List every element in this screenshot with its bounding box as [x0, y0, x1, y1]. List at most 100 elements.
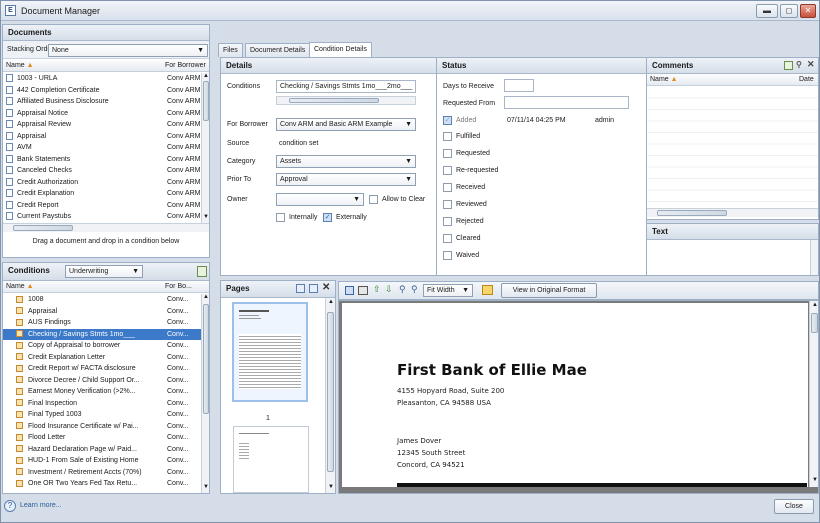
externally-checkbox[interactable]: ✓ — [323, 213, 332, 222]
viewer-vscroll[interactable]: ▲ ▼ — [809, 301, 818, 487]
col-for-borrower[interactable]: For Bo... — [165, 281, 192, 292]
document-row[interactable]: Credit Explanation Conv ARM — [3, 188, 201, 200]
close-button[interactable]: Close — [774, 499, 814, 514]
scroll-down-icon[interactable]: ▼ — [812, 477, 818, 483]
condition-row[interactable]: One OR Two Years Fed Tax Retu... Conv... — [3, 478, 201, 490]
document-row[interactable]: Appraisal Review Conv ARM — [3, 119, 201, 131]
status-checkbox[interactable] — [443, 166, 452, 175]
scroll-down-icon[interactable]: ▼ — [203, 214, 209, 220]
add-comment-icon[interactable] — [784, 61, 793, 70]
condition-row[interactable]: Flood Insurance Certificate w/ Pai... Con… — [3, 421, 201, 433]
prior-to-select[interactable]: Approval ▼ — [276, 173, 416, 186]
condition-row[interactable]: Final Typed 1003 Conv... — [3, 409, 201, 421]
copy-page-icon[interactable] — [296, 284, 305, 293]
learn-more-link[interactable]: Learn more... — [20, 502, 62, 509]
col-for-borrower[interactable]: For Borrower — [165, 60, 206, 71]
condition-row[interactable]: Flood Letter Conv... — [3, 432, 201, 444]
condition-row[interactable]: Appraisal Conv... — [3, 306, 201, 318]
scroll-up-icon[interactable]: ▲ — [203, 294, 209, 300]
condition-row[interactable]: Checking / Savings Stmts 1mo___ Conv... — [3, 328, 201, 340]
page-thumbnail-1[interactable] — [232, 302, 308, 402]
document-row[interactable]: Credit Authorization Conv ARM — [3, 177, 201, 189]
scroll-down-icon[interactable]: ▼ — [328, 484, 334, 490]
view-original-format-button[interactable]: View in Original Format — [501, 283, 597, 298]
previous-page-icon[interactable]: ⇧ — [373, 284, 381, 295]
internally-checkbox[interactable] — [276, 213, 285, 222]
text-vscroll[interactable] — [810, 240, 818, 275]
conditions-field[interactable]: Checking / Savings Stmts 1mo___2mo___ — [276, 80, 416, 93]
documents-hscroll-thumb[interactable] — [13, 225, 73, 231]
days-to-receive-input[interactable] — [504, 79, 534, 92]
close-window-button[interactable]: ✕ — [800, 4, 816, 18]
allow-to-clear-checkbox[interactable] — [369, 195, 378, 204]
documents-vscroll-thumb[interactable] — [203, 81, 209, 121]
for-borrower-select[interactable]: Conv ARM and Basic ARM Example ▼ — [276, 118, 416, 131]
condition-row[interactable]: 1008 Conv... — [3, 294, 201, 306]
scroll-up-icon[interactable]: ▲ — [328, 299, 334, 305]
document-row[interactable]: Credit Report Conv ARM — [3, 200, 201, 212]
viewer-vscroll-thumb[interactable] — [811, 313, 818, 333]
document-row[interactable]: Current Paystubs Conv ARM — [3, 211, 201, 223]
scroll-up-icon[interactable]: ▲ — [812, 302, 818, 308]
delete-comment-icon[interactable]: ✕ — [807, 59, 815, 70]
annotation-icon[interactable] — [482, 285, 493, 295]
document-row[interactable]: 1003 - URLA Conv ARM — [3, 73, 201, 85]
conditions-filter-select[interactable]: Underwriting ▼ — [65, 265, 143, 278]
next-page-icon[interactable]: ⇩ — [385, 284, 393, 295]
document-row[interactable]: AVM Conv ARM — [3, 142, 201, 154]
condition-row[interactable]: Final Inspection Conv... — [3, 398, 201, 410]
col-name[interactable]: Name ▲ — [6, 281, 34, 292]
condition-row[interactable]: HUD-1 From Sale of Existing Home Conv... — [3, 455, 201, 467]
condition-row[interactable]: Divorce Decree / Child Support Or... Conv… — [3, 375, 201, 387]
tab-files[interactable]: Files — [218, 43, 243, 57]
pages-vscroll[interactable]: ▲ ▼ — [325, 298, 335, 493]
conditions-vscroll-thumb[interactable] — [203, 304, 209, 414]
condition-row[interactable]: Credit Report w/ FACTA disclosure Conv... — [3, 363, 201, 375]
category-select[interactable]: Assets ▼ — [276, 155, 416, 168]
maximize-button[interactable]: ◻ — [780, 4, 798, 18]
condition-row[interactable]: Earnest Money Verification (>2%... Conv..… — [3, 386, 201, 398]
conditions-field-hscroll[interactable] — [276, 96, 416, 105]
status-checkbox[interactable] — [443, 183, 452, 192]
print-icon[interactable] — [358, 286, 368, 295]
condition-row[interactable]: AUS Findings Conv... — [3, 317, 201, 329]
documents-vscroll[interactable]: ▲ ▼ — [201, 73, 209, 223]
comments-col-date[interactable]: Date — [799, 74, 814, 85]
comments-col-name[interactable]: Name ▲ — [650, 74, 678, 85]
documents-hscroll[interactable] — [3, 223, 209, 232]
document-row[interactable]: Appraisal Conv ARM — [3, 131, 201, 143]
zoom-out-icon[interactable]: ⚲ — [411, 284, 418, 295]
tab-document-details[interactable]: Document Details — [245, 43, 311, 57]
condition-row[interactable]: Copy of Appraisal to borrower Conv... — [3, 340, 201, 352]
condition-row[interactable]: Investment / Retirement Accts (70%) Conv.… — [3, 467, 201, 479]
zoom-select[interactable]: Fit Width ▼ — [423, 284, 473, 297]
comments-hscroll[interactable] — [647, 208, 818, 217]
conditions-hscroll-thumb[interactable] — [289, 98, 379, 103]
page-thumbnail-2[interactable] — [233, 426, 309, 493]
delete-page-icon[interactable]: ✕ — [322, 282, 330, 293]
conditions-vscroll[interactable]: ▲ ▼ — [201, 294, 209, 493]
requested-from-input[interactable] — [504, 96, 629, 109]
status-checkbox[interactable] — [443, 200, 452, 209]
owner-select[interactable]: ▼ — [276, 193, 364, 206]
document-row[interactable]: 442 Completion Certificate Conv ARM — [3, 85, 201, 97]
add-condition-icon[interactable] — [197, 266, 207, 277]
condition-row[interactable]: Credit Explanation Letter Conv... — [3, 352, 201, 364]
scroll-down-icon[interactable]: ▼ — [203, 484, 209, 490]
zoom-in-icon[interactable]: ⚲ — [399, 284, 406, 295]
col-name[interactable]: Name ▲ — [6, 60, 34, 71]
document-row[interactable]: Bank Statements Conv ARM — [3, 154, 201, 166]
status-checkbox[interactable] — [443, 149, 452, 158]
document-row[interactable]: Affiliated Business Disclosure Conv ARM — [3, 96, 201, 108]
stacking-order-select[interactable]: None ▼ — [48, 44, 208, 57]
document-row[interactable]: Canceled Checks Conv ARM — [3, 165, 201, 177]
status-checkbox[interactable] — [443, 251, 452, 260]
pages-vscroll-thumb[interactable] — [327, 312, 334, 472]
status-checkbox[interactable] — [443, 217, 452, 226]
minimize-button[interactable]: ▬ — [756, 4, 778, 18]
status-checkbox[interactable] — [443, 132, 452, 141]
help-icon[interactable]: ? — [4, 500, 16, 512]
save-icon[interactable] — [345, 286, 354, 295]
comments-hscroll-thumb[interactable] — [657, 210, 727, 216]
status-checkbox[interactable] — [443, 234, 452, 243]
